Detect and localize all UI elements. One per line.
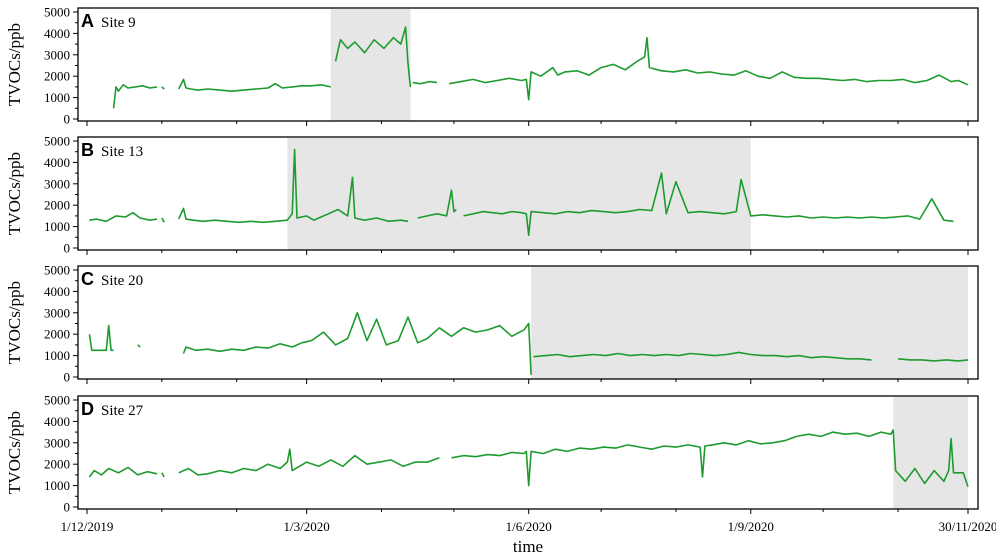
site-label: Site 9 xyxy=(101,15,136,31)
series-line-segment xyxy=(412,80,438,85)
y-tick-label: 5000 xyxy=(44,393,70,408)
panel-letter: D xyxy=(81,399,94,419)
y-tick-label: 2000 xyxy=(44,198,70,213)
y-tick-label: 1000 xyxy=(44,478,70,493)
shared-x-axis: 1/12/2019 1/3/2020 1/6/2020 1/9/2020 30/11/2… xyxy=(61,519,996,534)
x-tick-label: 1/6/2020 xyxy=(506,519,552,534)
tvocs-time-series-figure: 0 1000 2000 3000 4000 5000 TVOCs/ppb A Site 9 0 10… xyxy=(5,5,996,557)
site-label: Site 27 xyxy=(101,403,144,419)
y-tick-label: 4000 xyxy=(44,26,70,41)
plot-frame xyxy=(77,7,979,122)
x-tick-label: 1/12/2019 xyxy=(61,519,114,534)
site-label: Site 20 xyxy=(101,273,143,289)
y-tick-label: 3000 xyxy=(44,176,70,191)
x-tick-label: 1/3/2020 xyxy=(284,519,330,534)
y-tick-label: 2000 xyxy=(44,69,70,84)
y-tick-label: 4000 xyxy=(44,284,70,299)
panel-letter: A xyxy=(81,11,94,31)
y-axis-title: TVOCs/ppb xyxy=(5,411,24,494)
series-line-segment xyxy=(137,344,141,348)
series-line-segment xyxy=(161,217,165,223)
series-line-segment xyxy=(161,472,165,478)
y-tick-label: 3000 xyxy=(44,47,70,62)
series-line-segment xyxy=(451,429,969,487)
series-line-segment xyxy=(88,324,114,352)
highlight-span xyxy=(893,397,968,509)
y-tick-label: 4000 xyxy=(44,414,70,429)
x-tick-label: 1/9/2020 xyxy=(728,519,774,534)
y-tick-label: 2000 xyxy=(44,327,70,342)
panel-d: 0 1000 2000 3000 4000 5000 TVOCs/ppb D Site 27 xyxy=(5,393,979,515)
plot-frame xyxy=(77,395,979,510)
y-tick-label: 3000 xyxy=(44,305,70,320)
series-line-segment xyxy=(88,466,158,478)
y-tick-label: 0 xyxy=(64,370,71,385)
y-tick-label: 0 xyxy=(64,241,71,256)
panel-b: 0 1000 2000 3000 4000 5000 TVOCs/ppb B Site 13 xyxy=(5,134,979,256)
y-tick-label: 0 xyxy=(64,112,71,127)
series-line-segment xyxy=(161,86,165,90)
y-axis-title: TVOCs/ppb xyxy=(5,152,24,235)
panel-a: 0 1000 2000 3000 4000 5000 TVOCs/ppb A Site 9 xyxy=(5,5,979,127)
site-label: Site 13 xyxy=(101,144,143,160)
y-tick-label: 2000 xyxy=(44,457,70,472)
series-line-segment xyxy=(448,36,969,101)
highlight-span xyxy=(330,9,411,121)
panel-letter: B xyxy=(81,140,94,160)
highlight-span xyxy=(531,267,968,379)
y-tick-label: 5000 xyxy=(44,5,70,20)
panel-c: 0 1000 2000 3000 4000 5000 TVOCs/ppb C Site 20 xyxy=(5,263,979,385)
x-tick-label: 30/11/2020 xyxy=(939,519,996,534)
series-line-segment xyxy=(89,211,158,223)
panel-letter: C xyxy=(81,269,94,289)
series-line-segment xyxy=(112,84,158,109)
y-tick-label: 5000 xyxy=(44,263,70,278)
x-axis-title: time xyxy=(513,537,543,556)
y-tick-label: 1000 xyxy=(44,90,70,105)
y-tick-label: 3000 xyxy=(44,435,70,450)
series-line-segment xyxy=(182,311,532,375)
y-tick-label: 1000 xyxy=(44,219,70,234)
y-axis-title: TVOCs/ppb xyxy=(5,23,24,106)
series-line-segment xyxy=(178,448,440,476)
series-line-segment xyxy=(177,78,331,92)
y-tick-label: 4000 xyxy=(44,155,70,170)
y-tick-label: 5000 xyxy=(44,134,70,149)
y-axis-title: TVOCs/ppb xyxy=(5,281,24,364)
y-tick-label: 0 xyxy=(64,500,71,515)
y-tick-label: 1000 xyxy=(44,348,70,363)
